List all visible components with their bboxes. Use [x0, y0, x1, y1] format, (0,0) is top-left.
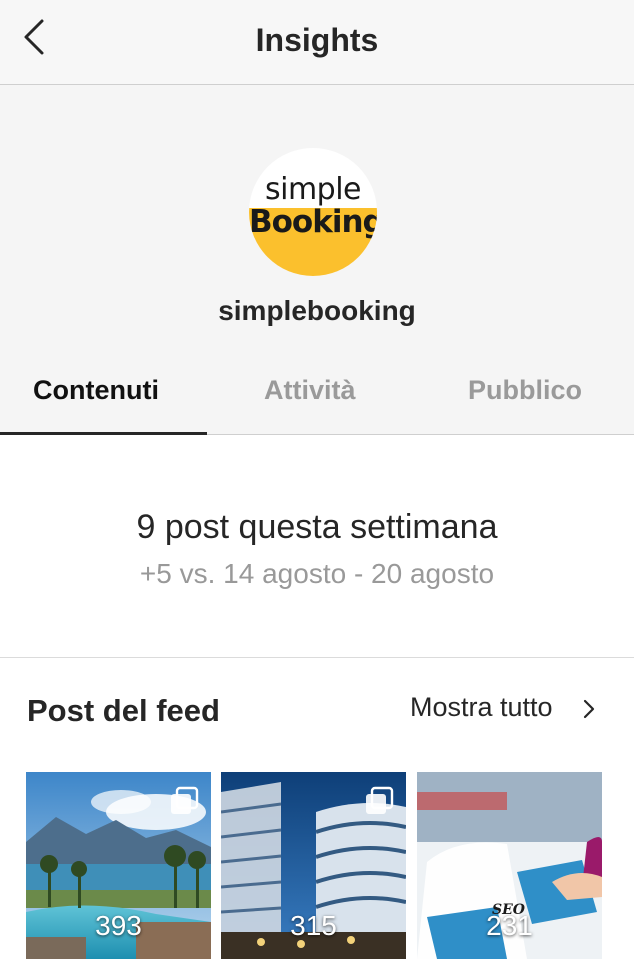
username: simplebooking: [218, 295, 416, 326]
summary-comparison: +5 vs. 14 agosto - 20 agosto: [139, 558, 495, 589]
carousel-icon: [366, 786, 394, 814]
page-title: Insights: [255, 22, 379, 58]
avatar-logo-text-booking: Booking: [249, 204, 377, 240]
show-all-link[interactable]: Mostra tutto: [410, 692, 553, 723]
tab-contenuti[interactable]: Contenuti: [33, 375, 159, 406]
tab-attivita[interactable]: Attività: [264, 375, 356, 406]
post-impressions-count: 393: [95, 910, 142, 941]
chevron-right-icon[interactable]: [580, 696, 598, 722]
post-impressions-count: 231: [486, 910, 533, 941]
post-impressions-count: 315: [290, 910, 337, 941]
active-tab-indicator: [0, 432, 207, 435]
post-thumbnail-1[interactable]: 393: [26, 772, 211, 959]
post-thumbnail-3[interactable]: SEO 231: [417, 772, 602, 959]
summary-title: 9 post questa settimana: [136, 508, 498, 546]
navigation-bar: Insights: [0, 0, 634, 85]
avatar-logo-text-simple: simple: [264, 172, 362, 207]
profile-header: simple Booking simplebooking: [0, 85, 634, 350]
insights-tabs: Contenuti Attività Pubblico: [0, 350, 634, 435]
tab-pubblico[interactable]: Pubblico: [468, 375, 582, 406]
carousel-icon: [171, 786, 199, 814]
avatar[interactable]: simple Booking: [249, 148, 377, 276]
feed-section-title: Post del feed: [27, 693, 220, 728]
weekly-summary: 9 post questa settimana +5 vs. 14 agosto…: [0, 436, 634, 658]
post-thumbnail-2[interactable]: 315: [221, 772, 406, 959]
